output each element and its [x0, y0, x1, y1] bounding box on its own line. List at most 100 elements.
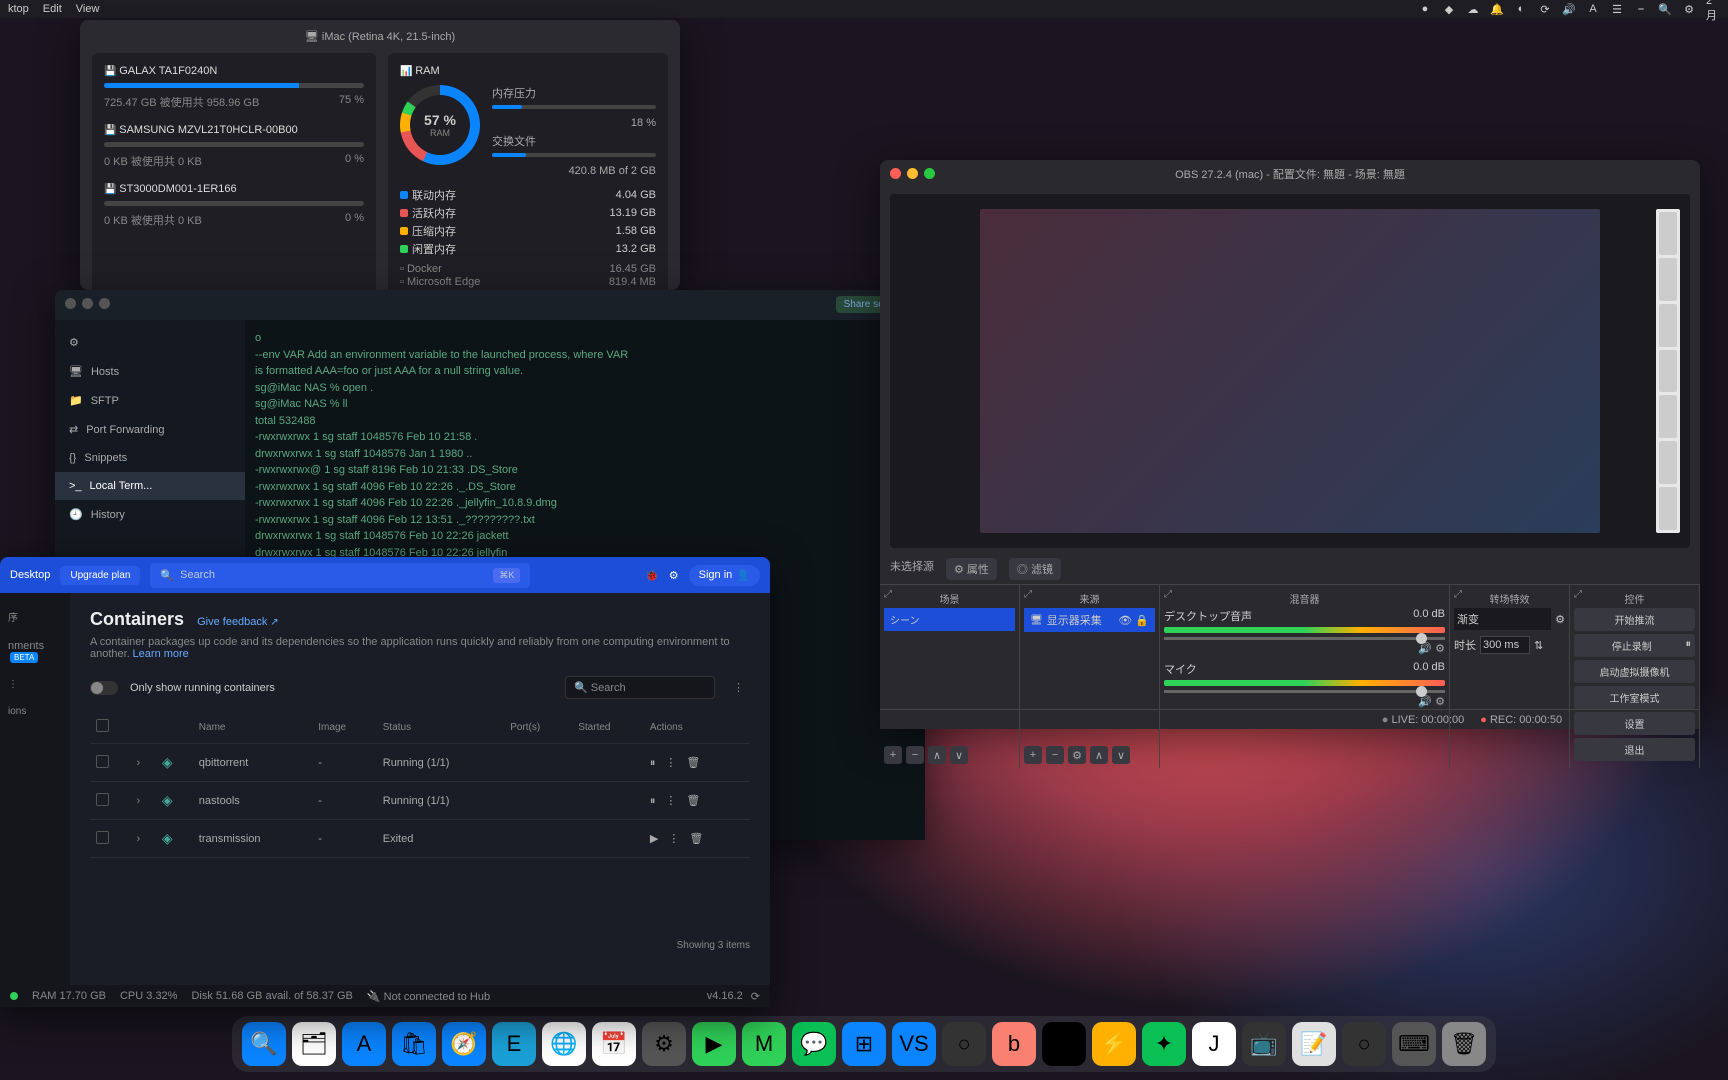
control-button[interactable]: 工作室模式: [1574, 686, 1695, 709]
more-icon[interactable]: ⋮: [4, 671, 66, 698]
popout-icon[interactable]: ⤢: [1164, 589, 1172, 600]
control-button[interactable]: 停止录制 ⏸: [1574, 634, 1695, 657]
gear-button[interactable]: ⚙: [1068, 746, 1086, 764]
up-button[interactable]: ∧: [1090, 746, 1108, 764]
docker-search[interactable]: 🔍 Search ⌘K: [150, 563, 530, 588]
sidebar-item[interactable]: {}Snippets: [55, 444, 245, 472]
gear-icon[interactable]: ⚙: [1435, 643, 1445, 655]
dock-app[interactable]: M: [742, 1022, 786, 1066]
tray-icon[interactable]: ⟳: [1538, 2, 1552, 16]
control-button[interactable]: 退出: [1574, 738, 1695, 761]
gear-icon[interactable]: ⚙: [1555, 613, 1565, 626]
upgrade-plan-button[interactable]: Upgrade plan: [60, 566, 140, 585]
dock-app[interactable]: 🔍: [242, 1022, 286, 1066]
dock-app[interactable]: A: [342, 1022, 386, 1066]
tray-icon[interactable]: ⚙: [1682, 2, 1696, 16]
gear-icon[interactable]: ⚙: [669, 569, 679, 582]
tray-time[interactable]: 2月: [1706, 2, 1720, 16]
dock-app[interactable]: b: [992, 1022, 1036, 1066]
update-icon[interactable]: ⟳: [751, 990, 760, 1003]
disk-row[interactable]: ST3000DM001-1ER166 0 KB 被使用共 0 KB0 %: [104, 183, 364, 228]
volume-slider[interactable]: [1164, 690, 1445, 693]
popout-icon[interactable]: ⤢: [1454, 589, 1462, 600]
down-button[interactable]: ∨: [1112, 746, 1130, 764]
container-row[interactable]: › ◈ qbittorrent-Running (1/1) ⏸⋮🗑: [90, 744, 750, 782]
dock-app[interactable]: ⚙: [642, 1022, 686, 1066]
tray-icon[interactable]: ●: [1418, 2, 1432, 16]
sidebar-item[interactable]: >_Local Term...: [55, 472, 245, 500]
feedback-link[interactable]: Give feedback ↗: [197, 617, 279, 628]
expand-icon[interactable]: ›: [137, 757, 141, 769]
container-row[interactable]: › ◈ nastools-Running (1/1) ⏸⋮🗑: [90, 782, 750, 820]
add-button[interactable]: +: [1024, 746, 1042, 764]
dock-app[interactable]: VS: [892, 1022, 936, 1066]
dock-app[interactable]: ▶: [692, 1022, 736, 1066]
transition-type[interactable]: 渐变: [1454, 608, 1551, 630]
up-button[interactable]: ∧: [928, 746, 946, 764]
dock-app[interactable]: E: [492, 1022, 536, 1066]
sidebar-item[interactable]: 序: [4, 601, 66, 632]
only-running-toggle[interactable]: [90, 681, 118, 695]
tray-icon[interactable]: A: [1586, 2, 1600, 16]
dock-app[interactable]: ○: [942, 1022, 986, 1066]
tray-icon[interactable]: ⎯: [1634, 2, 1648, 16]
dock-app[interactable]: 📝: [1292, 1022, 1336, 1066]
tray-icon[interactable]: 🔊: [1562, 2, 1576, 16]
dock-app[interactable]: 🗂: [292, 1022, 336, 1066]
sidebar-item[interactable]: 🕘History: [55, 500, 245, 529]
window-controls[interactable]: [65, 298, 110, 309]
sidebar-item[interactable]: nments BETA: [4, 632, 66, 671]
popout-icon[interactable]: ⤢: [1024, 589, 1032, 600]
dock-app[interactable]: ⌨: [1392, 1022, 1436, 1066]
disk-row[interactable]: GALAX TA1F0240N 725.47 GB 被使用共 958.96 GB…: [104, 65, 364, 110]
bug-icon[interactable]: 🐞: [645, 569, 659, 582]
expand-icon[interactable]: ›: [137, 833, 141, 845]
sidebar-item[interactable]: ⚙: [55, 328, 245, 357]
dock-app[interactable]: ⊞: [842, 1022, 886, 1066]
window-controls[interactable]: [890, 168, 935, 179]
dock-app[interactable]: 🌐: [542, 1022, 586, 1066]
learn-more-link[interactable]: Learn more: [133, 648, 189, 660]
container-row[interactable]: › ◈ transmission-Exited ▶⋮🗑: [90, 820, 750, 858]
dock-app[interactable]: 📅: [592, 1022, 636, 1066]
dock-app[interactable]: 🧭: [442, 1022, 486, 1066]
control-button[interactable]: 启动虚拟摄像机: [1574, 660, 1695, 683]
mute-icon[interactable]: 🔊: [1418, 696, 1432, 708]
sidebar-item[interactable]: 🖥Hosts: [55, 357, 245, 386]
mute-icon[interactable]: 🔊: [1418, 643, 1432, 655]
more-icon[interactable]: ⋮: [727, 681, 750, 694]
source-item[interactable]: 🖥 显示器采集👁 🔒: [1024, 608, 1155, 632]
more-icon[interactable]: ⋮: [668, 833, 679, 845]
popout-icon[interactable]: ⤢: [1574, 589, 1582, 600]
more-icon[interactable]: ⋮: [665, 795, 676, 807]
row-checkbox[interactable]: [96, 831, 109, 844]
menu-view[interactable]: View: [76, 3, 100, 15]
action-button[interactable]: ▶: [650, 833, 658, 845]
signin-button[interactable]: Sign in👤: [689, 565, 760, 586]
disk-row[interactable]: SAMSUNG MZVL21T0HCLR-00B00 0 KB 被使用共 0 K…: [104, 124, 364, 169]
scene-item[interactable]: シーン: [884, 608, 1015, 631]
row-checkbox[interactable]: [96, 755, 109, 768]
gear-icon[interactable]: ⚙: [1435, 696, 1445, 708]
stepper-icon[interactable]: ⇅: [1534, 639, 1543, 652]
more-icon[interactable]: ⋮: [665, 757, 676, 769]
dock-app[interactable]: ⚡: [1092, 1022, 1136, 1066]
expand-icon[interactable]: ›: [137, 795, 141, 807]
delete-icon[interactable]: 🗑: [686, 795, 700, 807]
select-all-checkbox[interactable]: [96, 719, 109, 732]
remove-button[interactable]: −: [906, 746, 924, 764]
dock-app[interactable]: 📺: [1242, 1022, 1286, 1066]
dock-app[interactable]: 💬: [792, 1022, 836, 1066]
obs-preview[interactable]: [890, 194, 1690, 548]
duration-input[interactable]: [1480, 636, 1530, 654]
action-button[interactable]: ⏸: [650, 757, 656, 769]
properties-button[interactable]: ⚙ 属性: [946, 558, 997, 580]
remove-button[interactable]: −: [1046, 746, 1064, 764]
dock-app[interactable]: 🗑: [1442, 1022, 1486, 1066]
tray-icon[interactable]: ◐: [1514, 2, 1528, 16]
sidebar-item[interactable]: 📁SFTP: [55, 386, 245, 415]
tray-icon[interactable]: 🔍: [1658, 2, 1672, 16]
filters-button[interactable]: ◎ 滤镜: [1009, 558, 1061, 580]
container-search[interactable]: 🔍 Search: [565, 676, 715, 699]
tray-icon[interactable]: ☁: [1466, 2, 1480, 16]
